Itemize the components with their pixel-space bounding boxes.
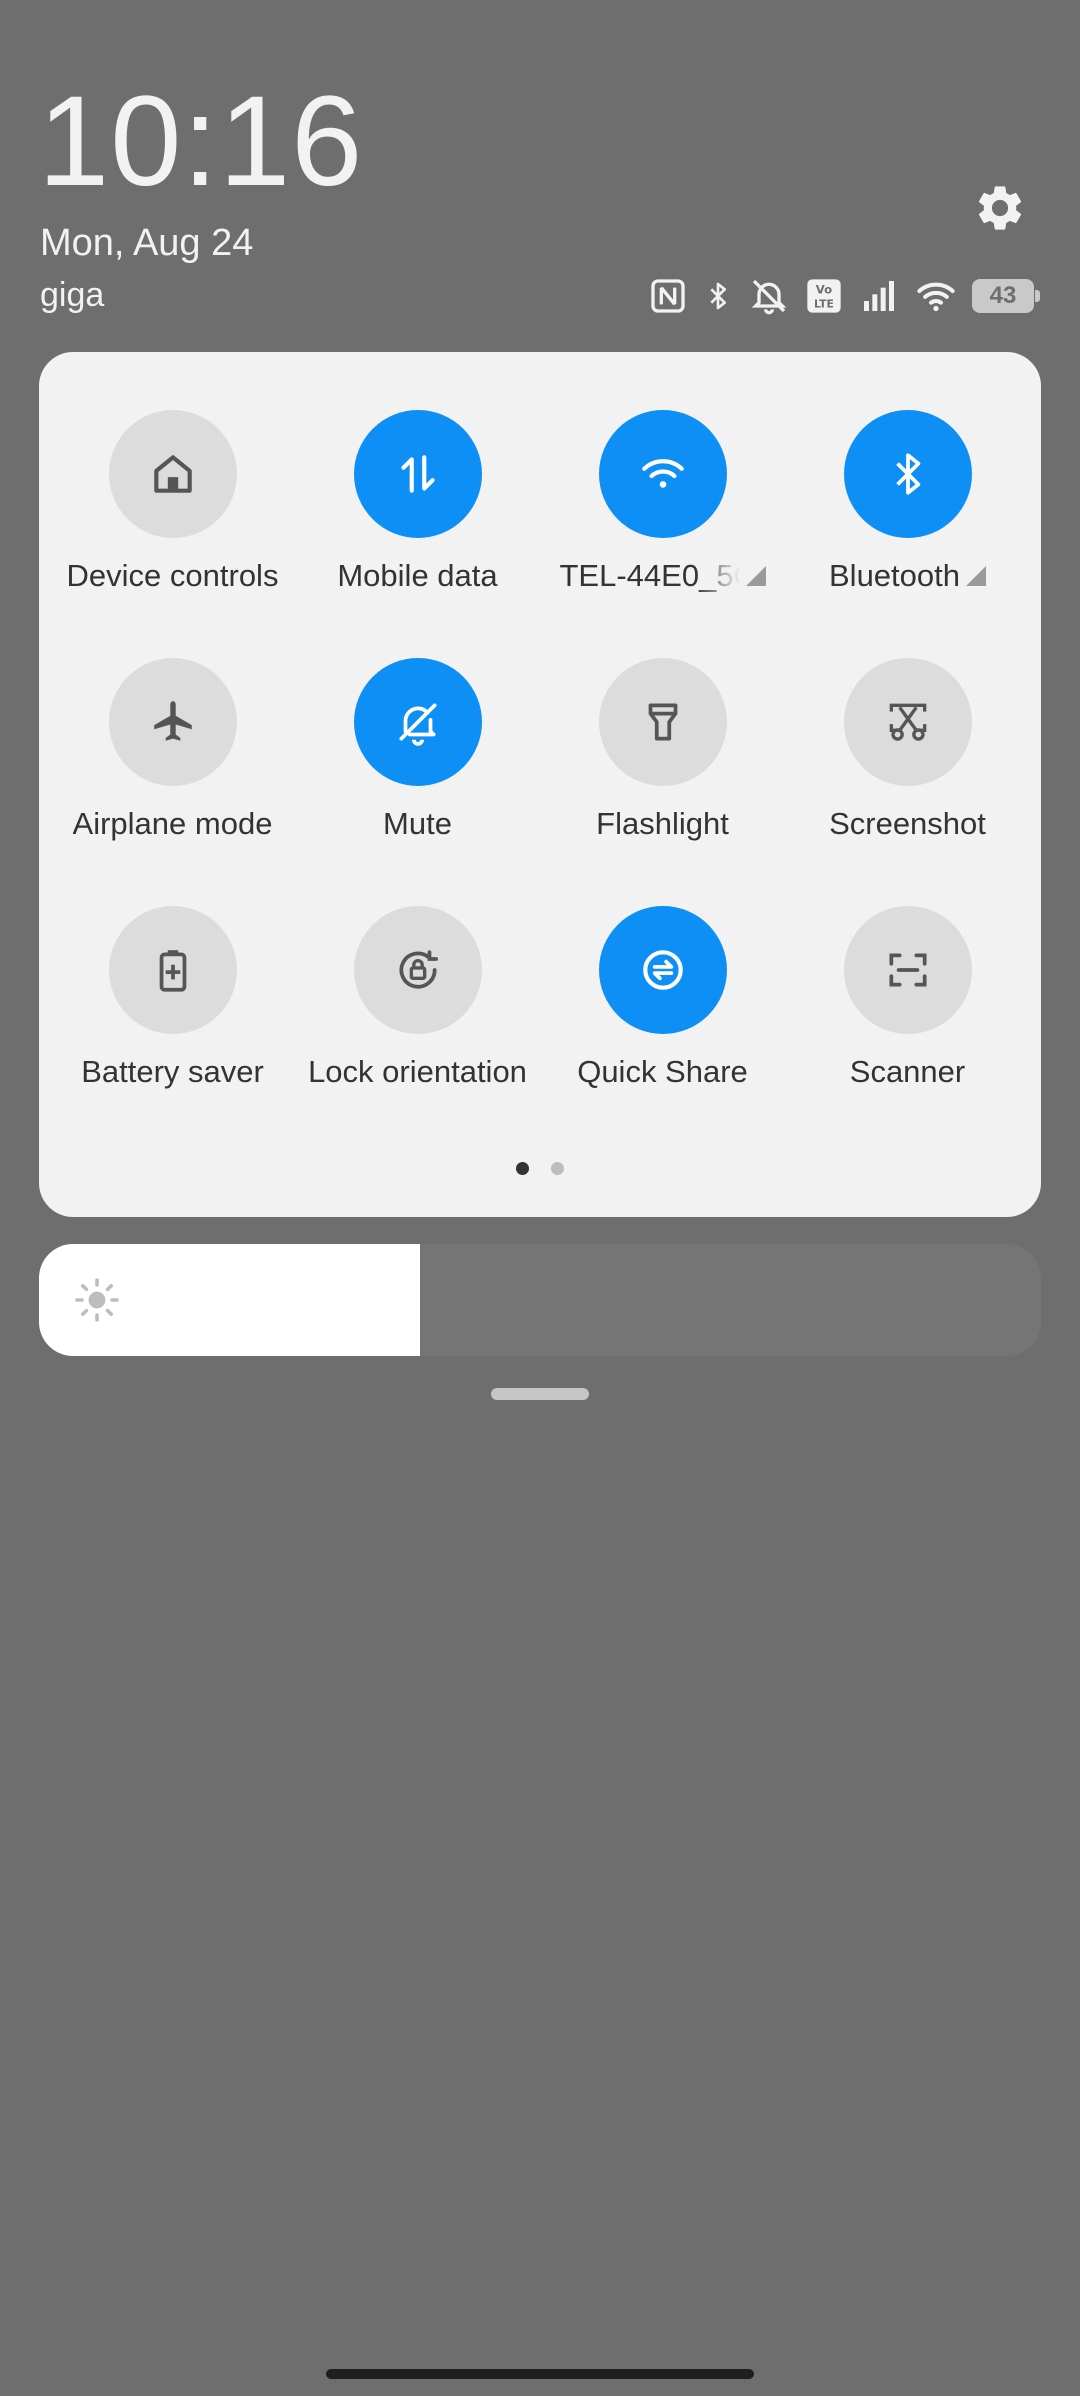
quick-tile-label: Mute — [383, 806, 452, 842]
battery-plus-icon — [159, 950, 186, 992]
quick-tile-label: TEL-44E0_5G — [560, 558, 766, 594]
bell-off-icon — [398, 703, 437, 746]
quick-tile-toggle[interactable] — [843, 410, 972, 538]
gear-icon — [978, 186, 1022, 230]
page-dot[interactable] — [516, 1162, 529, 1175]
svg-text:Vo: Vo — [816, 283, 832, 297]
airplane-icon — [153, 701, 192, 741]
quick-tile-label: Quick Share — [577, 1054, 748, 1090]
home-indicator[interactable] — [326, 2369, 754, 2379]
brightness-slider[interactable] — [39, 1244, 1041, 1356]
quick-tile-label-text: Lock orientation — [308, 1054, 527, 1089]
quick-tile-toggle[interactable] — [108, 658, 237, 786]
quick-tile-toggle[interactable] — [598, 658, 727, 786]
quick-tile[interactable]: Device controls — [50, 410, 295, 658]
flashlight-icon — [648, 703, 677, 741]
quick-tile-toggle[interactable] — [353, 906, 482, 1034]
quick-tile-toggle[interactable] — [353, 658, 482, 786]
expand-indicator-icon[interactable] — [966, 566, 986, 586]
bluetooth-icon — [895, 453, 920, 495]
clock-time: 10:16 — [38, 70, 364, 213]
quick-tile[interactable]: Battery saver — [50, 906, 295, 1154]
quick-tile-label: Mobile data — [337, 558, 497, 594]
expand-indicator-icon[interactable] — [745, 566, 766, 586]
volte-icon: Vo LTE — [807, 279, 841, 313]
quick-tile-label: Scanner — [850, 1054, 965, 1090]
signal-icon — [864, 281, 894, 311]
quick-tile-label-text: TEL-44E0_5G — [559, 558, 740, 593]
quick-tile-toggle[interactable] — [598, 410, 727, 538]
quick-tile[interactable]: Bluetooth — [785, 410, 1030, 658]
quick-tile[interactable]: Airplane mode — [50, 658, 295, 906]
page-dot[interactable] — [551, 1162, 564, 1175]
quick-tile[interactable]: TEL-44E0_5G — [540, 410, 785, 658]
bluetooth-icon — [710, 282, 726, 310]
quick-share-icon — [642, 950, 683, 990]
quick-tile-label-text: Mute — [383, 806, 452, 841]
home-icon — [153, 455, 192, 493]
quick-tile[interactable]: Screenshot — [785, 658, 1030, 906]
svg-text:LTE: LTE — [814, 298, 834, 311]
nfc-icon — [651, 279, 685, 313]
quick-tile-label-text: Scanner — [849, 1054, 966, 1089]
quick-tile-label: Flashlight — [596, 806, 729, 842]
quick-tile-label-text: Quick Share — [577, 1054, 748, 1089]
battery-indicator: 43 — [972, 279, 1040, 313]
panel-drag-handle[interactable] — [491, 1388, 589, 1400]
wifi-icon — [917, 282, 955, 312]
date-label: Mon, Aug 24 — [40, 222, 254, 264]
scanner-icon — [888, 953, 927, 987]
page-indicator — [39, 1162, 1041, 1175]
settings-button[interactable] — [970, 178, 1030, 238]
battery-level: 43 — [989, 282, 1017, 309]
mute-icon — [751, 279, 787, 315]
wifi-icon — [641, 459, 684, 488]
quick-tile[interactable]: Lock orientation — [295, 906, 540, 1154]
quick-tile-toggle[interactable] — [843, 658, 972, 786]
rotation-lock-icon — [398, 950, 438, 989]
quick-tile-label-text: Airplane mode — [72, 806, 273, 841]
quick-tile[interactable]: Flashlight — [540, 658, 785, 906]
quick-tile-label-text: Bluetooth — [829, 558, 960, 593]
quick-tile-label: Bluetooth — [829, 558, 986, 594]
mobile-data-icon — [400, 455, 435, 493]
quick-tile-label: Lock orientation — [308, 1054, 527, 1090]
quick-tile-toggle[interactable] — [108, 410, 237, 538]
quick-tile-label-text: Battery saver — [81, 1054, 264, 1089]
quick-tile[interactable]: Mute — [295, 658, 540, 906]
quick-tile-label: Battery saver — [81, 1054, 264, 1090]
sun-icon — [75, 1278, 119, 1322]
quick-tile-toggle[interactable] — [598, 906, 727, 1034]
quick-tile-label: Airplane mode — [73, 806, 273, 842]
quick-tile-label-text: Mobile data — [337, 558, 498, 593]
quick-tile-toggle[interactable] — [843, 906, 972, 1034]
quick-tile-toggle[interactable] — [353, 410, 482, 538]
quick-tile-label-text: Screenshot — [829, 806, 986, 841]
carrier-label: giga — [40, 276, 105, 314]
quick-tile-label: Screenshot — [829, 806, 986, 842]
scissors-icon — [889, 703, 926, 741]
status-bar-icons: Vo LTE 43 — [648, 274, 1040, 318]
quick-tile-label: Device controls — [67, 558, 279, 594]
quick-settings-grid: Device controls Mobile data TEL-44E0_5G Blu… — [39, 410, 1041, 1154]
quick-tile-label-text: Flashlight — [596, 806, 729, 841]
quick-tile[interactable]: Mobile data — [295, 410, 540, 658]
quick-tile-toggle[interactable] — [108, 906, 237, 1034]
quick-settings-panel: Device controls Mobile data TEL-44E0_5G Blu… — [39, 352, 1041, 1217]
quick-tile[interactable]: Quick Share — [540, 906, 785, 1154]
quick-tile[interactable]: Scanner — [785, 906, 1030, 1154]
quick-tile-label-text: Device controls — [66, 558, 279, 593]
